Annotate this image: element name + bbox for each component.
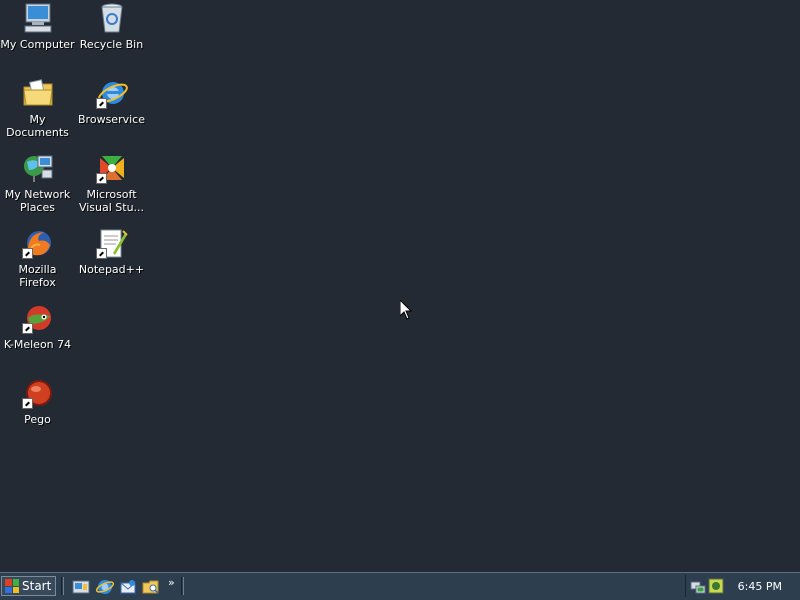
desktop-icon-label: K-Meleon 74 bbox=[3, 338, 72, 351]
quick-launch-internet-explorer-icon[interactable] bbox=[95, 578, 115, 596]
taskbar: Start » 6:45 PM bbox=[0, 572, 800, 600]
desktop-icon-label: My Network Places bbox=[4, 188, 71, 214]
desktop-icon-label: My Computer bbox=[0, 38, 75, 51]
shortcut-arrow-icon bbox=[95, 248, 107, 259]
desktop-icon-my-computer[interactable]: My Computer bbox=[0, 0, 75, 70]
firefox-icon bbox=[21, 227, 54, 259]
desktop-icon-label: Mozilla Firefox bbox=[18, 263, 57, 289]
quick-launch-windows-explorer-icon[interactable] bbox=[142, 578, 160, 596]
desktop-icon-my-network-places[interactable]: My Network Places bbox=[0, 150, 75, 220]
desktop-icon-recycle-bin[interactable]: Recycle Bin bbox=[74, 0, 149, 70]
taskbar-clock[interactable]: 6:45 PM bbox=[738, 580, 782, 593]
computer-icon bbox=[22, 2, 54, 34]
desktop-icon-label: Notepad++ bbox=[78, 263, 145, 276]
desktop-icon-browservice[interactable]: Browservice bbox=[74, 75, 149, 145]
desktop-icon-notepad-plus-plus[interactable]: Notepad++ bbox=[74, 225, 149, 295]
start-button-label: Start bbox=[22, 579, 52, 593]
windows-flag-icon bbox=[5, 579, 19, 593]
desktop-icon-label: Microsoft Visual Stu... bbox=[78, 188, 145, 214]
mouse-cursor-icon bbox=[399, 298, 413, 320]
tray-network-icon[interactable] bbox=[690, 578, 706, 594]
desktop-icon-visual-studio[interactable]: Microsoft Visual Stu... bbox=[74, 150, 149, 220]
desktop-icon-pego[interactable]: Pego bbox=[0, 375, 75, 445]
quick-launch-outlook-express-icon[interactable] bbox=[119, 578, 137, 596]
taskbar-divider bbox=[181, 577, 184, 595]
quick-launch-overflow-chevron[interactable]: » bbox=[168, 576, 175, 589]
desktop-icon-label: Recycle Bin bbox=[79, 38, 144, 51]
desktop-icon-label: Pego bbox=[24, 413, 51, 426]
desktop-icon-mozilla-firefox[interactable]: Mozilla Firefox bbox=[0, 225, 75, 295]
visual-studio-icon bbox=[95, 152, 128, 184]
shortcut-arrow-icon bbox=[21, 248, 33, 259]
system-tray: 6:45 PM bbox=[685, 575, 800, 597]
tray-app-icon[interactable] bbox=[708, 578, 724, 594]
quick-launch-show-desktop-icon[interactable] bbox=[72, 578, 90, 596]
desktop: My Computer Recycle Bin My Documents Bro… bbox=[0, 0, 800, 572]
shortcut-arrow-icon bbox=[95, 173, 107, 184]
desktop-icon-my-documents[interactable]: My Documents bbox=[0, 75, 75, 145]
desktop-icon-k-meleon[interactable]: K-Meleon 74 bbox=[0, 300, 75, 370]
recycle-bin-icon bbox=[96, 2, 128, 34]
shortcut-arrow-icon bbox=[21, 398, 33, 409]
notepad-plus-plus-icon bbox=[95, 227, 128, 259]
start-button[interactable]: Start bbox=[1, 576, 56, 596]
k-meleon-icon bbox=[21, 302, 54, 334]
documents-folder-icon bbox=[22, 77, 54, 109]
shortcut-arrow-icon bbox=[21, 323, 33, 334]
shortcut-arrow-icon bbox=[95, 98, 107, 109]
desktop-icon-label: Browservice bbox=[78, 113, 145, 126]
internet-explorer-icon bbox=[95, 77, 128, 109]
taskbar-divider bbox=[61, 577, 64, 595]
desktop-icon-label: My Documents bbox=[6, 113, 69, 139]
pego-icon bbox=[21, 377, 54, 409]
network-places-icon bbox=[22, 152, 54, 184]
